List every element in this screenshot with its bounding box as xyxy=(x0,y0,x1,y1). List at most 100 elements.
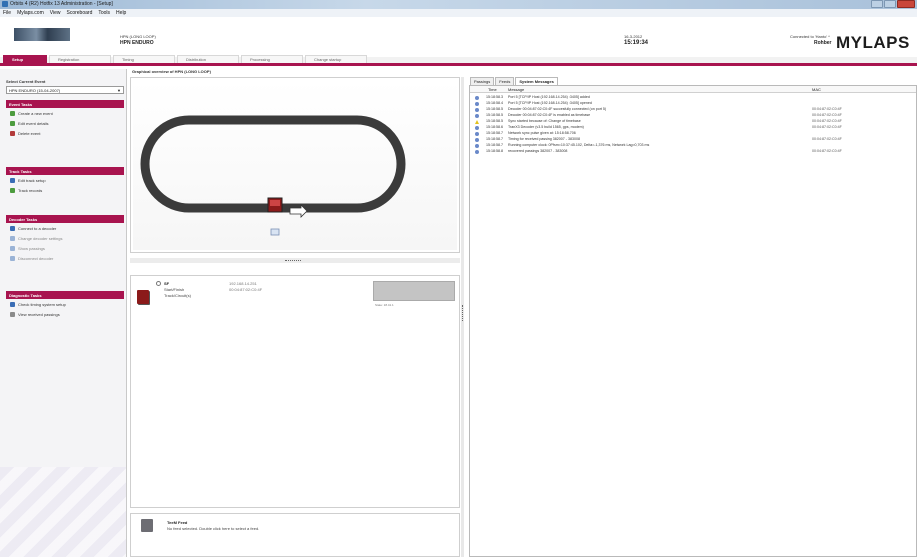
decoder-label-box xyxy=(270,228,280,236)
messages-list: 15:18:58.3 Port 5 [TCP/IP Host (192.168.1… xyxy=(470,95,916,155)
delete-event-link[interactable]: Delete event xyxy=(6,128,124,138)
tab-change-startup[interactable]: Change startup xyxy=(305,55,367,63)
window-controls xyxy=(871,0,915,9)
minimize-button[interactable] xyxy=(871,0,883,8)
connected-user: Rohber xyxy=(814,40,832,46)
feed-text: No feed selected. Double click here to s… xyxy=(167,526,260,531)
system-messages-panel: Time Message MAC 15:18:58.3 Port 5 [TCP/I… xyxy=(469,85,917,557)
splitter-grip xyxy=(462,305,463,321)
column-mac[interactable]: MAC xyxy=(812,87,821,92)
delete-event-icon xyxy=(10,130,15,136)
message-mac: 00:04:87:02:C0:4F xyxy=(812,125,842,129)
decoder-icon-screen xyxy=(270,200,280,206)
create-event-link[interactable]: Create a new event xyxy=(6,108,124,118)
loop-name: HPN (LONG LOOP) xyxy=(120,34,156,39)
message-time: 15:18:58.3 xyxy=(486,95,503,99)
track-records-icon xyxy=(10,187,15,193)
connection-status: Connected to 'Hanto' * xyxy=(790,34,830,39)
track-diagram xyxy=(140,115,406,236)
item-label: Change decoder settings xyxy=(18,235,63,241)
decoder-status-caption: State: 18.41.1 xyxy=(375,303,394,307)
section-header: Decoder Tasks xyxy=(6,215,124,223)
message-time: 15:18:58.4 xyxy=(486,101,503,105)
message-mac: 00:04:87:02:C0:4F xyxy=(812,113,842,117)
message-text: Running computer clock: 0Pfsm=10:37:45.1… xyxy=(508,143,650,147)
event-select[interactable]: HPN ENDURO (15-04-2007) ▼ xyxy=(6,86,124,94)
chevron-down-icon: ▼ xyxy=(117,88,121,93)
header-banner-image xyxy=(14,28,70,41)
track-overview-panel xyxy=(130,77,460,253)
info-icon xyxy=(475,132,479,136)
disconnect-icon xyxy=(10,255,15,261)
splitter-grip xyxy=(285,260,301,261)
tab-distribution[interactable]: Distribution xyxy=(177,55,239,63)
close-button[interactable] xyxy=(897,0,915,8)
message-time: 15:18:58.8 xyxy=(486,149,503,153)
decoder-tasks-section: Decoder Tasks Connect to a decoder Chang… xyxy=(6,215,124,263)
app-icon xyxy=(2,1,8,7)
show-passings-link[interactable]: Show passings xyxy=(6,243,124,253)
menu-bar: File Mylaps.com View Scoreboard Tools He… xyxy=(0,9,917,17)
track-records-link[interactable]: Track records xyxy=(6,185,124,195)
edit-event-icon xyxy=(10,120,15,126)
info-icon xyxy=(475,138,479,142)
vertical-splitter[interactable] xyxy=(461,77,464,557)
menu-view[interactable]: View xyxy=(50,10,61,16)
section-header: Event Tasks xyxy=(6,100,124,108)
window-title: Orbits 4 (R2) Hotfix 13 Administration -… xyxy=(10,1,113,7)
message-text: Timing for received passing 382007 - 383… xyxy=(508,137,580,141)
message-time: 15:18:58.7 xyxy=(486,131,503,135)
tab-setup[interactable]: Setup xyxy=(3,55,47,63)
decoder-ip: 192.168.14.251 xyxy=(229,281,257,286)
check-timing-setup-link[interactable]: Check timing system setup xyxy=(6,299,124,309)
column-message[interactable]: Message xyxy=(508,87,524,92)
item-label: Check timing system setup xyxy=(18,301,66,307)
menu-file[interactable]: File xyxy=(3,10,11,16)
item-label: Edit track setup xyxy=(18,177,46,183)
message-text: Port 5 [TCP/IP Host (192.168.14.254) :34… xyxy=(508,101,592,105)
tab-processing[interactable]: Processing xyxy=(241,55,303,63)
menu-scoreboard[interactable]: Scoreboard xyxy=(67,10,93,16)
edit-track-link[interactable]: Edit track setup xyxy=(6,175,124,185)
disconnect-decoder-link[interactable]: Disconnect decoder xyxy=(6,253,124,263)
maximize-button[interactable] xyxy=(884,0,896,8)
item-label: Delete event xyxy=(18,130,41,136)
connect-decoder-link[interactable]: Connect to a decoder xyxy=(6,223,124,233)
track-canvas xyxy=(133,80,457,250)
message-time: 15:18:58.5 xyxy=(486,119,503,123)
message-mac: 00:04:87:02:C0:4F xyxy=(812,107,842,111)
feed-panel[interactable]: TeeM Feed No feed selected. Double click… xyxy=(130,513,460,557)
section-header: Diagnostic Tasks xyxy=(6,291,124,299)
change-decoder-settings-link[interactable]: Change decoder settings xyxy=(6,233,124,243)
item-label: Connect to a decoder xyxy=(18,225,57,231)
message-time: 15:18:58.5 xyxy=(486,107,503,111)
view-received-passings-link[interactable]: View received passings xyxy=(6,309,124,319)
task-sidebar: Select Current Event HPN ENDURO (15-04-2… xyxy=(0,69,127,557)
info-icon xyxy=(475,126,479,130)
tab-registration[interactable]: Registration xyxy=(49,55,111,63)
column-time[interactable]: Time xyxy=(488,87,497,92)
horizontal-splitter[interactable] xyxy=(130,258,460,263)
decoder-type: Start/Finish xyxy=(164,287,185,292)
edit-event-link[interactable]: Edit event details xyxy=(6,118,124,128)
tab-timing[interactable]: Timing xyxy=(113,55,175,63)
info-icon xyxy=(475,96,479,100)
warning-icon xyxy=(475,120,479,124)
decoder-radio[interactable] xyxy=(156,281,161,286)
decoder-mode: Track/Circuit(s) xyxy=(164,293,191,298)
menu-tools[interactable]: Tools xyxy=(98,10,110,16)
menu-help[interactable]: Help xyxy=(116,10,126,16)
message-text: recovered passings 382007 - 383008 xyxy=(508,149,568,153)
info-icon xyxy=(475,108,479,112)
track-loop xyxy=(140,115,406,213)
message-time: 15:18:58.7 xyxy=(486,137,503,141)
message-text: Sync started because of: Change of timeb… xyxy=(508,119,581,123)
info-icon xyxy=(475,150,479,154)
item-label: View received passings xyxy=(18,311,60,317)
decoder-marker[interactable] xyxy=(267,197,283,236)
menu-mylaps[interactable]: Mylaps.com xyxy=(17,10,44,16)
item-label: Show passings xyxy=(18,245,45,251)
messages-header: Time Message MAC xyxy=(470,86,916,93)
message-row[interactable]: 15:18:58.8 recovered passings 382007 - 38… xyxy=(470,149,916,155)
header-clock: 15:19:34 xyxy=(624,40,649,46)
